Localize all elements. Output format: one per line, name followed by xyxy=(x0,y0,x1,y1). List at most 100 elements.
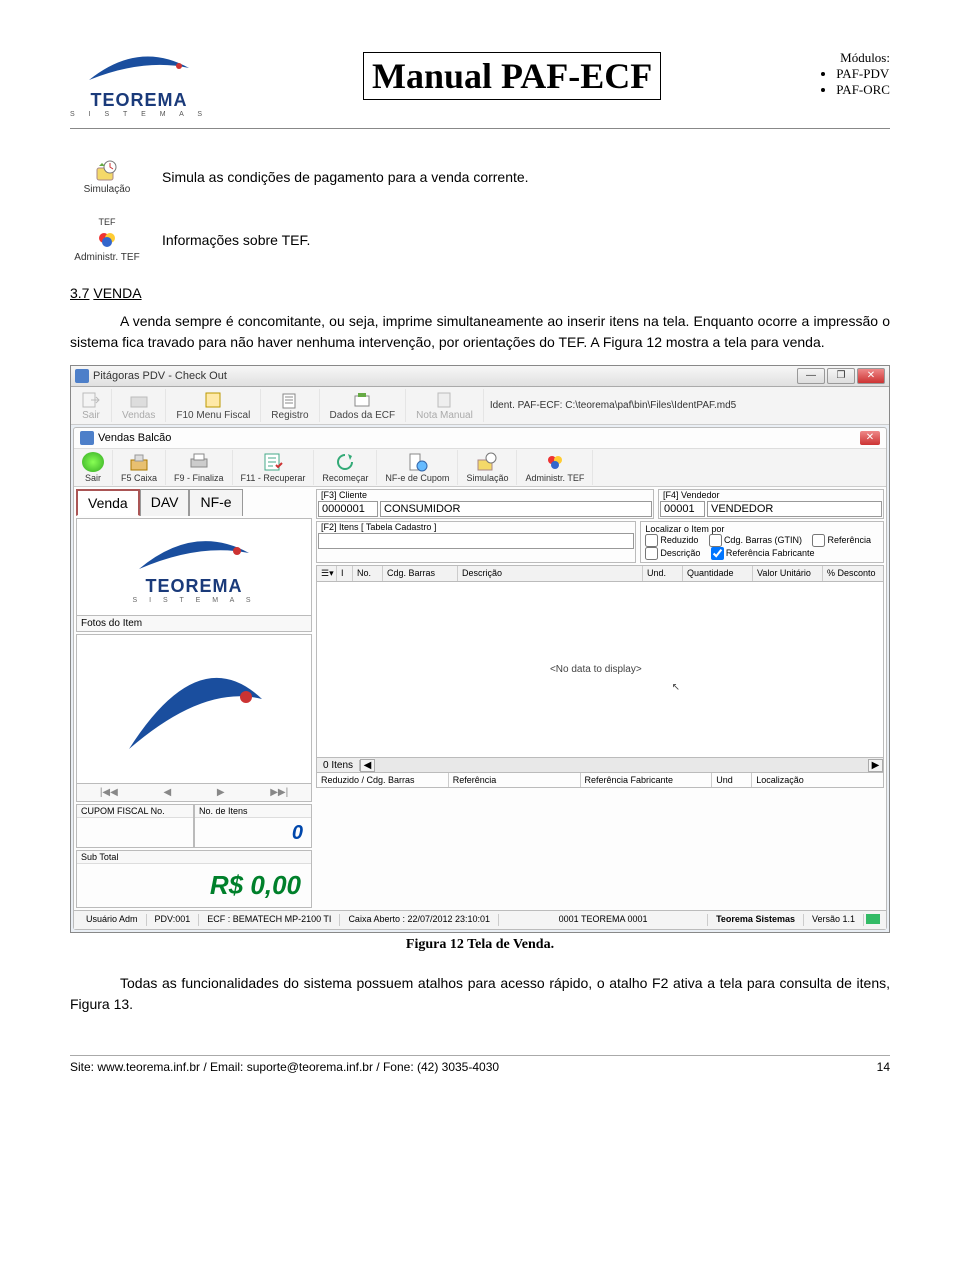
menu-dados-ecf[interactable]: Dados da ECF xyxy=(320,389,407,422)
menu-sair[interactable]: Sair xyxy=(71,389,112,422)
panel-close-button[interactable]: ✕ xyxy=(860,431,880,445)
cliente-code-input[interactable]: 0000001 xyxy=(318,501,378,517)
status-led-icon xyxy=(866,914,880,924)
nav-next[interactable]: ▶ xyxy=(217,787,225,798)
itens-no-label: No. de Itens xyxy=(195,805,311,818)
vendedor-name-input[interactable]: VENDEDOR xyxy=(707,501,882,517)
tb-nfe[interactable]: NF-e de Cupom xyxy=(377,450,458,485)
col-barras[interactable]: Cdg. Barras xyxy=(383,566,458,581)
minimize-button[interactable]: — xyxy=(797,368,825,384)
brand-sub: S I S T E M A S xyxy=(133,597,256,604)
nav-last[interactable]: ▶▶| xyxy=(270,787,288,798)
cliente-field: [F3] Cliente 0000001 CONSUMIDOR xyxy=(316,489,654,519)
menu-vendas[interactable]: Vendas xyxy=(112,389,166,422)
window-titlebar: Pitágoras PDV - Check Out — ❐ ✕ xyxy=(71,366,889,387)
tb-tef[interactable]: Administr. TEF xyxy=(517,450,593,485)
status-sistemas: Teorema Sistemas xyxy=(708,914,804,926)
simulacao-icon-cell: Simulação xyxy=(70,159,144,195)
col-desconto[interactable]: % Desconto xyxy=(823,566,883,581)
menu-registro[interactable]: Registro xyxy=(261,389,319,422)
scroll-track[interactable] xyxy=(375,758,868,772)
chk-reduzido[interactable] xyxy=(645,534,658,547)
foot-ref-fab: Referência Fabricante xyxy=(581,773,713,787)
menu-nota-manual[interactable]: Nota Manual xyxy=(406,389,484,422)
subtotal-label: Sub Total xyxy=(77,851,311,864)
cliente-label: [F3] Cliente xyxy=(317,490,653,500)
tb-sair[interactable]: Sair xyxy=(74,450,113,485)
figure-caption: Figura 12 Tela de Venda. xyxy=(70,937,890,953)
locate-title: Localizar o Item por xyxy=(645,524,879,534)
tef-row: TEF Administr. TEF Informações sobre TEF… xyxy=(70,217,890,263)
tef-icon xyxy=(544,452,566,472)
tab-venda[interactable]: Venda xyxy=(76,489,140,516)
vendedor-label: [F4] Vendedor xyxy=(659,490,883,500)
tb-simulacao[interactable]: Simulação xyxy=(458,450,517,485)
chk-ref[interactable] xyxy=(812,534,825,547)
col-qtd[interactable]: Quantidade xyxy=(683,566,753,581)
page-title: Manual PAF-ECF xyxy=(363,52,661,100)
modules-list: Módulos: PAF-PDV PAF-ORC xyxy=(816,50,890,98)
module-item: PAF-PDV xyxy=(836,66,890,82)
foot-und: Und xyxy=(712,773,752,787)
section-number: 3.7 xyxy=(70,285,89,301)
tb-caixa[interactable]: F5 Caixa xyxy=(113,450,166,485)
simulacao-desc: Simula as condições de pagamento para a … xyxy=(162,167,529,188)
maximize-button[interactable]: ❐ xyxy=(827,368,855,384)
fotos-label: Fotos do Item xyxy=(76,616,312,632)
status-versao: Versão 1.1 xyxy=(804,914,864,926)
foot-ref: Referência xyxy=(449,773,581,787)
vendas-panel: Vendas Balcão ✕ Sair F5 Caixa F9 - Final… xyxy=(73,427,887,930)
no-data-label: <No data to display> ↖ xyxy=(317,582,883,757)
menu-fiscal[interactable]: F10 Menu Fiscal xyxy=(166,389,261,422)
section-heading: 3.7 VENDA xyxy=(70,285,890,301)
nav-prev[interactable]: ◀ xyxy=(163,787,171,798)
tb-finaliza[interactable]: F9 - Finaliza xyxy=(166,450,233,485)
print-icon xyxy=(188,452,210,472)
subtotal-field: Sub Total R$ 0,00 xyxy=(76,850,312,908)
tab-nfe[interactable]: NF-e xyxy=(189,489,242,516)
itens-search-input[interactable] xyxy=(318,533,634,549)
cupom-label: CUPOM FISCAL No. xyxy=(77,805,193,818)
panel-icon xyxy=(80,431,94,445)
logo-text: TEOREMA xyxy=(91,90,188,111)
ident-path: Ident. PAF-ECF: C:\teorema\paf\bin\Files… xyxy=(484,396,889,415)
tb-recomecar[interactable]: Recomeçar xyxy=(314,450,377,485)
body-paragraph-1: A venda sempre é concomitante, ou seja, … xyxy=(70,311,890,353)
close-button[interactable]: ✕ xyxy=(857,368,885,384)
status-ecf: ECF : BEMATECH MP-2100 TI xyxy=(199,914,340,926)
cupom-field: CUPOM FISCAL No. xyxy=(76,804,194,848)
brand-box: TEOREMA S I S T E M A S xyxy=(76,518,312,616)
col-descricao[interactable]: Descrição xyxy=(458,566,643,581)
col-no[interactable]: No. xyxy=(353,566,383,581)
vendedor-code-input[interactable]: 00001 xyxy=(660,501,705,517)
mode-tabs: Venda DAV NF-e xyxy=(76,489,312,516)
chk-ref-fab[interactable] xyxy=(711,547,724,560)
col-star[interactable]: ☰▾ xyxy=(317,566,337,581)
col-valor[interactable]: Valor Unitário xyxy=(753,566,823,581)
scroll-right[interactable]: ▶ xyxy=(868,759,883,772)
refresh-icon xyxy=(334,452,356,472)
cursor-icon: ↖ xyxy=(672,682,680,693)
scroll-left[interactable]: ◀ xyxy=(360,759,375,772)
locate-box: Localizar o Item por Reduzido Cdg. Barra… xyxy=(640,521,884,563)
caixa-icon xyxy=(128,452,150,472)
main-menu: Sair Vendas F10 Menu Fiscal Registro Dad… xyxy=(71,387,889,425)
tef-icon-cell: TEF Administr. TEF xyxy=(70,217,144,263)
page-number: 14 xyxy=(877,1060,890,1074)
modules-label: Módulos: xyxy=(816,50,890,66)
col-und[interactable]: Und. xyxy=(643,566,683,581)
chk-gtin[interactable] xyxy=(709,534,722,547)
logo-subtitle: S I S T E M A S xyxy=(70,111,208,118)
tab-dav[interactable]: DAV xyxy=(140,489,190,516)
vendedor-field: [F4] Vendedor 00001 VENDEDOR xyxy=(658,489,884,519)
tef-label: Administr. TEF xyxy=(70,252,144,263)
tb-recuperar[interactable]: F11 - Recuperar xyxy=(233,450,315,485)
window-title: Pitágoras PDV - Check Out xyxy=(93,370,797,382)
cliente-name-input[interactable]: CONSUMIDOR xyxy=(380,501,652,517)
status-caixa: Caixa Aberto : 22/07/2012 23:10:01 xyxy=(340,914,499,926)
nav-first[interactable]: |◀◀ xyxy=(100,787,118,798)
tef-icon xyxy=(95,227,119,251)
chk-desc[interactable] xyxy=(645,547,658,560)
section-title: VENDA xyxy=(93,285,141,301)
col-i[interactable]: I xyxy=(337,566,353,581)
